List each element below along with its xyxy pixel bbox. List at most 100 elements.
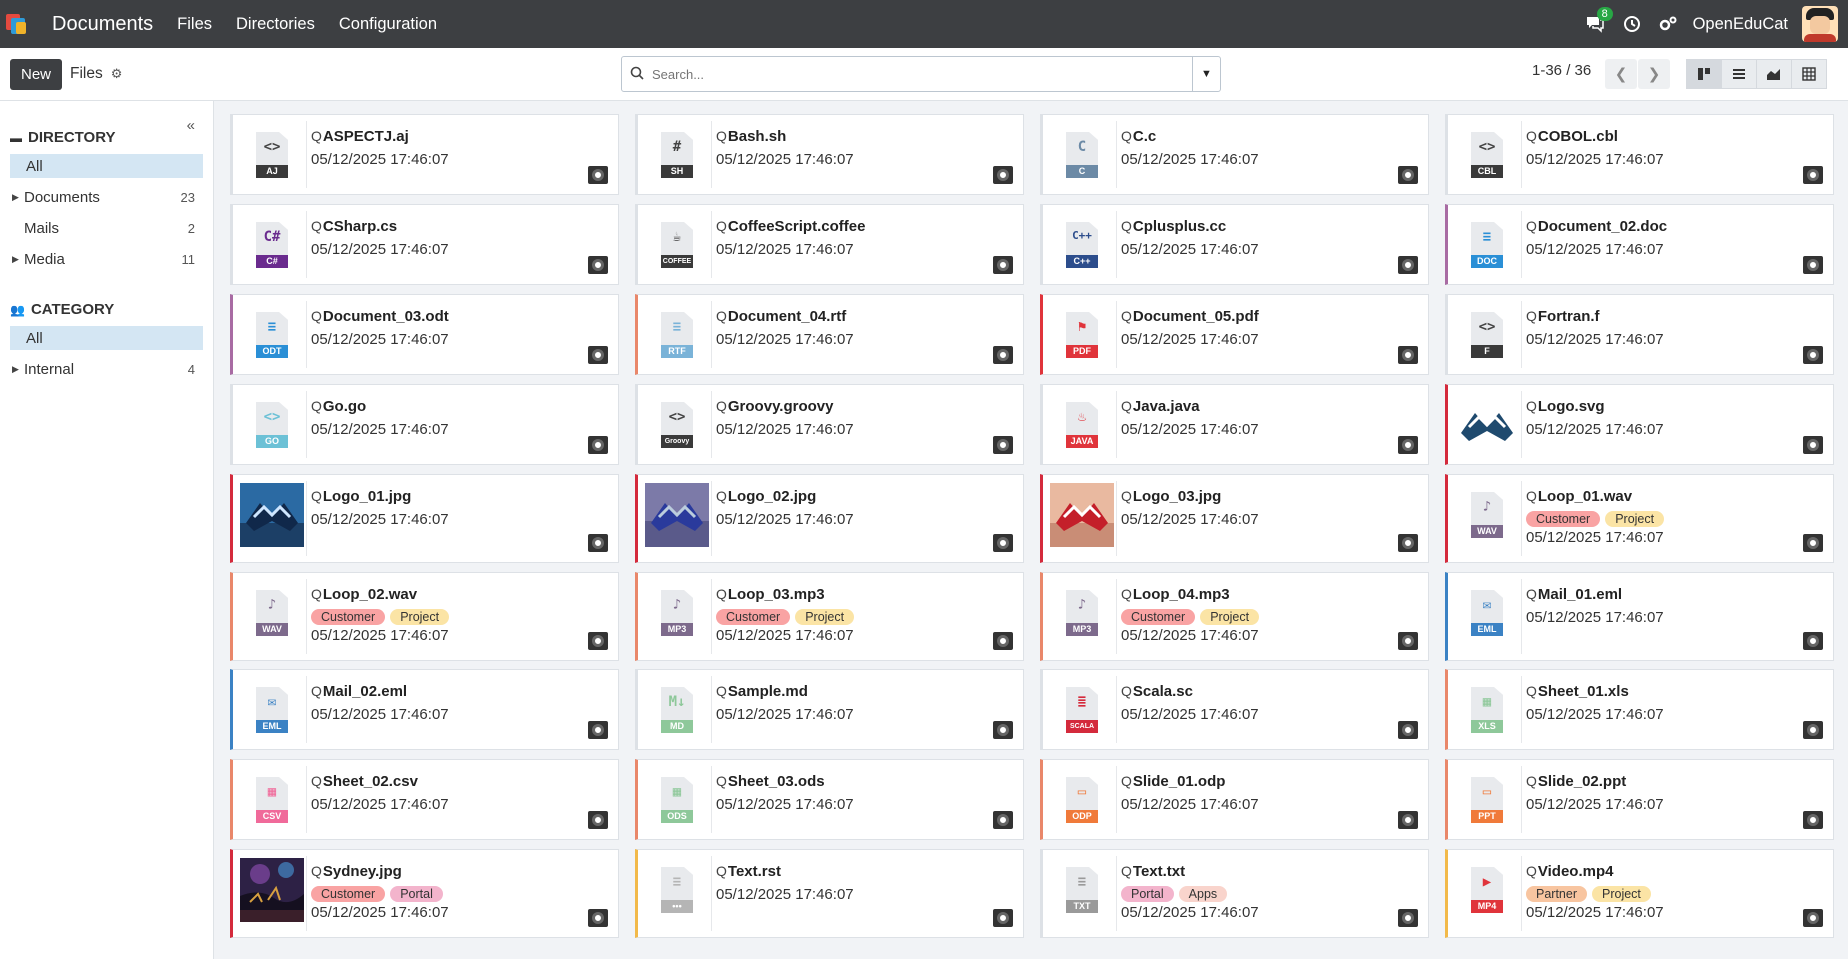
owner-avatar[interactable] — [1803, 346, 1823, 364]
preview-search-icon[interactable]: Q — [716, 488, 727, 504]
file-card[interactable]: ⚑ PDF QDocument_05.pdf 05/12/2025 17:46:07 — [1040, 294, 1429, 375]
file-name[interactable]: QSample.md — [716, 683, 808, 700]
sidebar-directory-documents[interactable]: ▶ Documents 23 — [10, 185, 203, 209]
owner-avatar[interactable] — [1398, 811, 1418, 829]
preview-search-icon[interactable]: Q — [716, 863, 727, 879]
file-name[interactable]: QLoop_04.mp3 — [1121, 586, 1230, 603]
file-thumbnail[interactable]: ▦ XLS — [1454, 678, 1520, 742]
file-name[interactable]: QCOBOL.cbl — [1526, 128, 1618, 145]
owner-avatar[interactable] — [993, 534, 1013, 552]
file-thumbnail[interactable]: ▦ CSV — [239, 768, 305, 832]
file-name[interactable]: QDocument_05.pdf — [1121, 308, 1259, 325]
file-name[interactable]: QJava.java — [1121, 398, 1200, 415]
preview-search-icon[interactable]: Q — [311, 773, 322, 789]
file-card[interactable]: ≡ DOC QDocument_02.doc 05/12/2025 17:46:07 — [1445, 204, 1834, 285]
file-name[interactable]: QText.txt — [1121, 863, 1185, 880]
file-name[interactable]: QCoffeeScript.coffee — [716, 218, 865, 235]
file-name[interactable]: QDocument_04.rtf — [716, 308, 846, 325]
preview-search-icon[interactable]: Q — [716, 398, 727, 414]
app-title[interactable]: Documents — [52, 13, 153, 36]
file-card[interactable]: C# C# QCSharp.cs 05/12/2025 17:46:07 — [230, 204, 619, 285]
file-name[interactable]: QLoop_02.wav — [311, 586, 417, 603]
preview-search-icon[interactable]: Q — [311, 128, 322, 144]
file-thumbnail[interactable] — [1049, 483, 1115, 547]
file-card[interactable]: ▦ ODS QSheet_03.ods 05/12/2025 17:46:07 — [635, 759, 1024, 840]
owner-avatar[interactable] — [588, 256, 608, 274]
file-card[interactable]: ≡ ••• QText.rst 05/12/2025 17:46:07 — [635, 849, 1024, 938]
file-name[interactable]: QVideo.mp4 — [1526, 863, 1613, 880]
file-card[interactable]: ♪ MP3 QLoop_03.mp3 Customer Project 05/12/202… — [635, 572, 1024, 661]
graph-view-button[interactable] — [1756, 59, 1792, 89]
preview-search-icon[interactable]: Q — [1526, 128, 1537, 144]
owner-avatar[interactable] — [1803, 721, 1823, 739]
preview-search-icon[interactable]: Q — [1526, 683, 1537, 699]
preview-search-icon[interactable]: Q — [716, 128, 727, 144]
search-input[interactable] — [652, 66, 1192, 82]
file-card[interactable]: QSydney.jpg Customer Portal 05/12/2025 17:4… — [230, 849, 619, 938]
preview-search-icon[interactable]: Q — [1121, 218, 1132, 234]
file-card[interactable]: # SH QBash.sh 05/12/2025 17:46:07 — [635, 114, 1024, 195]
file-card[interactable]: ≡ ODT QDocument_03.odt 05/12/2025 17:46:07 — [230, 294, 619, 375]
file-name[interactable]: QMail_01.eml — [1526, 586, 1622, 603]
file-card[interactable]: C C QC.c 05/12/2025 17:46:07 — [1040, 114, 1429, 195]
menu-directories[interactable]: Directories — [236, 15, 315, 34]
file-name[interactable]: QCSharp.cs — [311, 218, 397, 235]
caret-right-icon[interactable]: ▶ — [12, 364, 24, 375]
file-thumbnail[interactable]: ✉ EML — [239, 678, 305, 742]
owner-avatar[interactable] — [993, 256, 1013, 274]
file-card[interactable]: ✉ EML QMail_01.eml 05/12/2025 17:46:07 — [1445, 572, 1834, 661]
file-name[interactable]: QSlide_01.odp — [1121, 773, 1225, 790]
new-button[interactable]: New — [10, 58, 63, 90]
preview-search-icon[interactable]: Q — [311, 308, 322, 324]
settings-cogs-icon[interactable] — [1659, 16, 1677, 32]
preview-search-icon[interactable]: Q — [716, 773, 727, 789]
file-thumbnail[interactable]: ♪ WAV — [239, 581, 305, 645]
preview-search-icon[interactable]: Q — [311, 586, 322, 602]
menu-files[interactable]: Files — [177, 15, 212, 34]
owner-avatar[interactable] — [1398, 909, 1418, 927]
search-options-toggle[interactable]: ▼ — [1192, 57, 1220, 91]
file-thumbnail[interactable]: ▦ ODS — [644, 768, 710, 832]
chat-icon[interactable]: 8 — [1585, 7, 1613, 33]
file-card[interactable]: ▭ ODP QSlide_01.odp 05/12/2025 17:46:07 — [1040, 759, 1429, 840]
file-thumbnail[interactable]: ♨ JAVA — [1049, 393, 1115, 457]
file-thumbnail[interactable]: ≡ ODT — [239, 303, 305, 367]
owner-avatar[interactable] — [588, 166, 608, 184]
file-card[interactable]: ♨ JAVA QJava.java 05/12/2025 17:46:07 — [1040, 384, 1429, 465]
preview-search-icon[interactable]: Q — [1526, 398, 1537, 414]
sidebar-category-internal[interactable]: ▶ Internal 4 — [10, 357, 203, 381]
file-card[interactable]: <> AJ QASPECTJ.aj 05/12/2025 17:46:07 — [230, 114, 619, 195]
file-name[interactable]: QFortran.f — [1526, 308, 1600, 325]
file-card[interactable]: ♪ WAV QLoop_02.wav Customer Project 05/12/202… — [230, 572, 619, 661]
gear-icon[interactable]: ⚙ — [111, 66, 123, 82]
file-name[interactable]: QSheet_03.ods — [716, 773, 825, 790]
file-thumbnail[interactable]: ≣ SCALA — [1049, 678, 1115, 742]
file-card[interactable]: <> GO QGo.go 05/12/2025 17:46:07 — [230, 384, 619, 465]
file-card[interactable]: ☕ COFFEE QCoffeeScript.coffee 05/12/2025 17… — [635, 204, 1024, 285]
preview-search-icon[interactable]: Q — [716, 683, 727, 699]
file-card[interactable]: <> F QFortran.f 05/12/2025 17:46:07 — [1445, 294, 1834, 375]
owner-avatar[interactable] — [993, 436, 1013, 454]
preview-search-icon[interactable]: Q — [311, 398, 322, 414]
file-name[interactable]: QScala.sc — [1121, 683, 1193, 700]
file-thumbnail[interactable]: ▶ MP4 — [1454, 858, 1520, 922]
file-card[interactable]: C++ C++ QCplusplus.cc 05/12/2025 17:46:07 — [1040, 204, 1429, 285]
kanban-view-button[interactable] — [1686, 59, 1722, 89]
file-card[interactable]: ≣ SCALA QScala.sc 05/12/2025 17:46:07 — [1040, 669, 1429, 750]
activity-clock-icon[interactable] — [1623, 15, 1641, 33]
owner-avatar[interactable] — [1803, 436, 1823, 454]
file-thumbnail[interactable] — [239, 483, 305, 547]
file-thumbnail[interactable]: C# C# — [239, 213, 305, 277]
owner-avatar[interactable] — [993, 811, 1013, 829]
owner-avatar[interactable] — [993, 166, 1013, 184]
preview-search-icon[interactable]: Q — [716, 308, 727, 324]
file-thumbnail[interactable]: ▭ PPT — [1454, 768, 1520, 832]
file-card[interactable]: ▦ CSV QSheet_02.csv 05/12/2025 17:46:07 — [230, 759, 619, 840]
file-name[interactable]: QLoop_01.wav — [1526, 488, 1632, 505]
file-card[interactable]: ✉ EML QMail_02.eml 05/12/2025 17:46:07 — [230, 669, 619, 750]
owner-avatar[interactable] — [1398, 166, 1418, 184]
caret-right-icon[interactable]: ▶ — [12, 254, 24, 265]
owner-avatar[interactable] — [1803, 166, 1823, 184]
file-thumbnail[interactable]: ≡ RTF — [644, 303, 710, 367]
file-thumbnail[interactable]: <> CBL — [1454, 123, 1520, 187]
